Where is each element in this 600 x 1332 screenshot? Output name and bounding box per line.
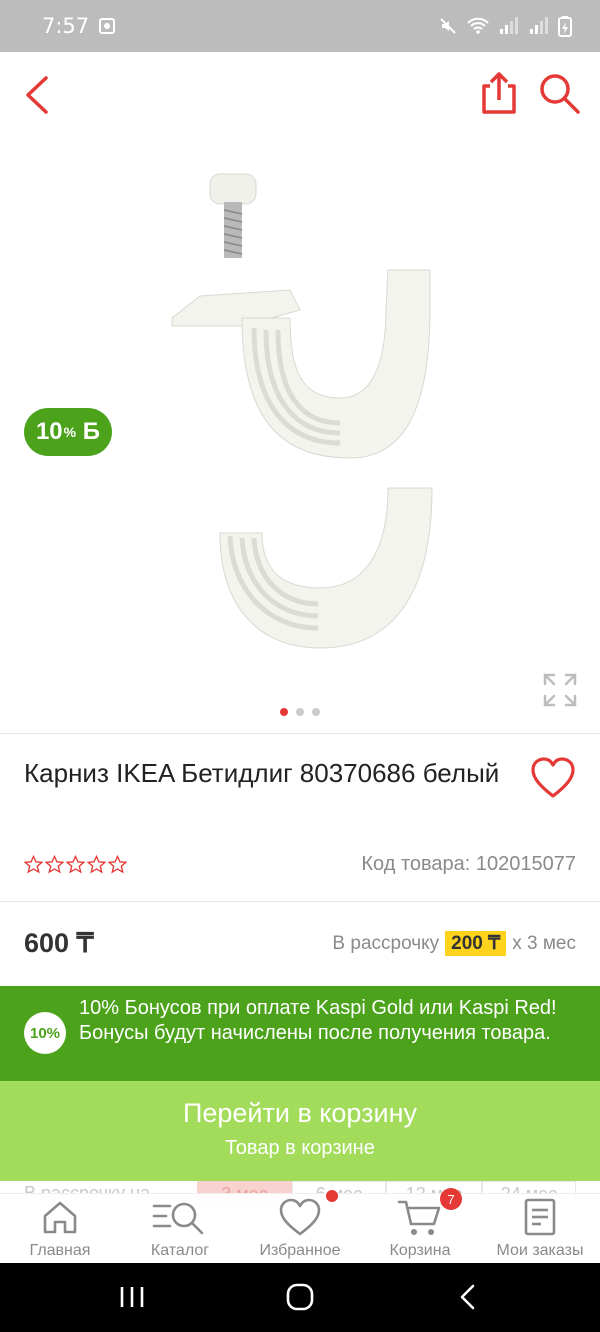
installment-suffix: х 3 мес xyxy=(512,932,576,954)
go-to-cart-button[interactable]: Перейти в корзину Товар в корзине xyxy=(0,1081,600,1181)
bottom-tab-bar: Главная Каталог Избранное Корзина Мои за… xyxy=(0,1193,600,1263)
share-icon[interactable] xyxy=(478,70,520,116)
product-title: Карниз IKEA Бетидлиг 80370686 белый xyxy=(24,758,500,788)
tab-cart-label: Корзина xyxy=(389,1242,451,1259)
back-button-icon[interactable] xyxy=(456,1281,480,1313)
pagination-dot[interactable] xyxy=(296,708,304,716)
recent-apps-icon[interactable] xyxy=(118,1281,146,1313)
status-icons xyxy=(438,15,572,37)
home-button-icon[interactable] xyxy=(284,1281,316,1313)
bonus-currency: Б xyxy=(82,418,101,445)
tab-home[interactable]: Главная xyxy=(0,1194,120,1263)
pagination-dot[interactable] xyxy=(280,708,288,716)
pagination-dot[interactable] xyxy=(312,708,320,716)
status-time: 7:57 xyxy=(42,14,90,38)
star-icon xyxy=(45,855,64,874)
divider xyxy=(0,901,600,902)
bonus-percent: 10 xyxy=(35,418,63,445)
installment-info: В рассрочку 200 ₸ х 3 мес xyxy=(332,931,576,956)
favorite-heart-icon[interactable] xyxy=(530,756,576,800)
product-image xyxy=(171,173,433,649)
search-icon[interactable] xyxy=(536,70,582,116)
tab-favorites-label: Избранное xyxy=(259,1242,341,1259)
favorites-notification-dot xyxy=(326,1190,338,1202)
bonus-promo-badge: 10% xyxy=(24,1012,66,1054)
tab-catalog[interactable]: Каталог xyxy=(120,1194,240,1263)
cart-icon xyxy=(397,1200,441,1235)
star-icon xyxy=(87,855,106,874)
signal-icon xyxy=(500,17,518,34)
mute-icon xyxy=(440,18,456,34)
fullscreen-icon[interactable] xyxy=(542,672,578,708)
orders-icon xyxy=(524,1198,556,1236)
in-cart-sublabel: Товар в корзине xyxy=(225,1137,375,1159)
tab-orders[interactable]: Мои заказы xyxy=(480,1194,600,1263)
product-sku: Код товара: 102015077 xyxy=(361,853,576,875)
status-bar: 7:57 xyxy=(0,0,600,52)
star-icon xyxy=(24,855,43,874)
divider xyxy=(0,733,600,734)
star-icon xyxy=(66,855,85,874)
tab-catalog-label: Каталог xyxy=(150,1242,210,1259)
rating-stars[interactable] xyxy=(24,855,127,874)
tab-favorites[interactable]: Избранное xyxy=(240,1194,360,1263)
star-icon xyxy=(108,855,127,874)
product-gallery[interactable]: 10% Б xyxy=(0,138,600,733)
bonus-badge: 10% Б xyxy=(24,408,112,456)
tab-cart[interactable]: Корзина xyxy=(360,1194,480,1263)
battery-icon xyxy=(558,16,572,37)
catalog-search-icon xyxy=(152,1202,204,1235)
wifi-icon xyxy=(467,17,489,34)
go-to-cart-label: Перейти в корзину xyxy=(182,1098,418,1128)
home-icon xyxy=(43,1201,77,1234)
tab-home-label: Главная xyxy=(29,1242,91,1259)
installment-prefix: В рассрочку xyxy=(332,932,440,954)
back-arrow-icon[interactable] xyxy=(18,72,58,118)
gallery-pagination xyxy=(0,708,600,716)
bonus-promo-text: 10% Бонусов при оплате Kaspi Gold или Ka… xyxy=(79,997,557,1044)
bonus-percent-sign: % xyxy=(63,424,77,440)
system-navigation-bar xyxy=(0,1263,600,1332)
notification-icon xyxy=(99,18,116,34)
cart-count-badge: 7 xyxy=(440,1188,462,1210)
heart-icon xyxy=(279,1198,321,1236)
product-price: 600 ₸ xyxy=(24,928,94,958)
tab-orders-label: Мои заказы xyxy=(496,1242,584,1259)
top-bar xyxy=(0,52,600,138)
bonus-promo-banner: 10% 10% Бонусов при оплате Kaspi Gold ил… xyxy=(0,986,600,1081)
installment-amount: 200 ₸ xyxy=(445,931,507,956)
signal-2-icon xyxy=(530,17,548,34)
